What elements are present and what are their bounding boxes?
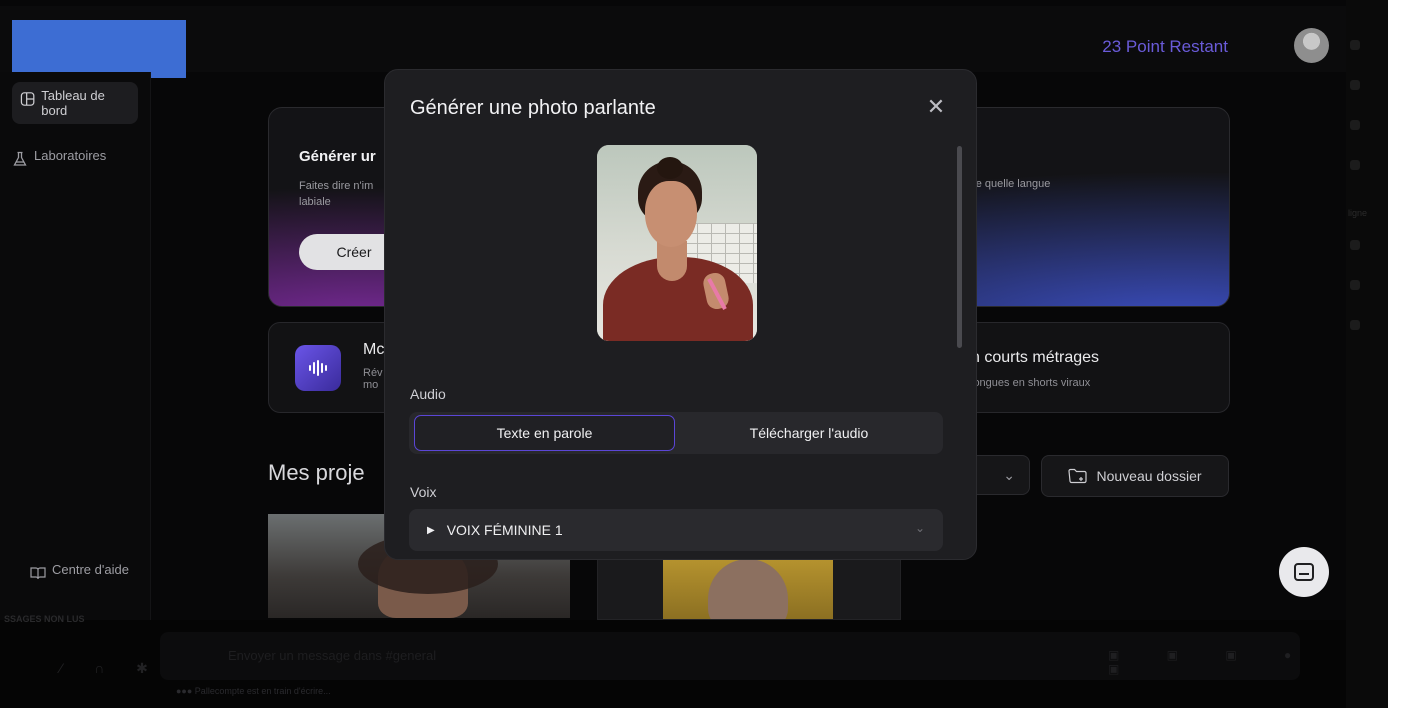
strip-icon <box>1350 320 1360 330</box>
tab-text-to-speech[interactable]: Texte en parole <box>414 415 675 451</box>
modal-scrollbar[interactable] <box>957 146 962 348</box>
card-description: Faites dire n'im labiale <box>299 180 374 208</box>
message-tools-icons: ▣ ▣ ▣ ● ▣ <box>1108 648 1314 676</box>
thumbnail-image <box>663 555 833 619</box>
logo-placeholder[interactable] <box>12 20 186 78</box>
close-icon[interactable]: ✕ <box>925 96 947 118</box>
message-input[interactable]: Envoyer un message dans #general <box>228 648 436 663</box>
avatar[interactable] <box>1294 28 1329 63</box>
bottom-overlay: SSAGES NON LUS Envoyer un message dans #… <box>0 614 1346 708</box>
tab-upload-audio[interactable]: Télécharger l'audio <box>679 415 939 451</box>
modal-title: Générer une photo parlante <box>410 97 656 119</box>
play-icon[interactable]: ▶ <box>427 525 435 536</box>
audio-label: Audio <box>410 386 446 402</box>
sidebar: Tableau de bord Laboratoires Centre d'ai… <box>0 72 151 620</box>
strip-icon <box>1350 120 1360 130</box>
strip-icon <box>1350 280 1360 290</box>
points-remaining: 23 Point Restant <box>1102 37 1228 56</box>
top-bar: 23 Point Restant <box>0 6 1346 78</box>
strip-text: ligne <box>1348 208 1368 218</box>
book-icon <box>30 567 46 580</box>
sidebar-item-label: Tableau de bord <box>41 88 105 118</box>
chat-icon <box>1294 563 1314 581</box>
strip-icon <box>1350 40 1360 50</box>
sidebar-item-label: Laboratoires <box>34 148 107 163</box>
waveform-icon <box>295 345 341 391</box>
voice-label: Voix <box>410 484 437 500</box>
flask-icon <box>13 151 27 166</box>
card-description: Rév mo <box>363 367 383 391</box>
folder-plus-icon <box>1068 468 1088 484</box>
strip-icon <box>1350 80 1360 90</box>
photo-face <box>645 181 697 247</box>
voice-value: VOIX FÉMININE 1 <box>446 522 563 538</box>
chevron-down-icon: ⌄ <box>914 521 925 535</box>
uploaded-photo <box>597 145 757 341</box>
chevron-down-icon: ⌄ <box>1003 466 1015 483</box>
voice-controls-icons: ⁄ ∩ ✱ <box>60 660 162 676</box>
talking-photo-modal: Générer une photo parlante ✕ Audio Texte… <box>384 69 977 560</box>
app-window: 23 Point Restant Tableau de bord Laborat… <box>0 0 1388 708</box>
audio-mode-toggle: Texte en parole Télécharger l'audio <box>409 412 943 454</box>
dashboard-icon <box>20 92 35 106</box>
photo-neck <box>657 241 687 281</box>
sidebar-item-help[interactable]: Centre d'aide <box>30 562 129 581</box>
card-title: Mc <box>363 341 385 358</box>
sidebar-item-dashboard[interactable]: Tableau de bord <box>12 82 138 124</box>
unread-label: SSAGES NON LUS <box>4 614 85 624</box>
side-window-strip: ligne <box>1346 0 1388 708</box>
card-title: Générer ur <box>299 148 376 165</box>
new-folder-button[interactable]: Nouveau dossier <box>1041 455 1229 497</box>
card-description-right: rte quelle langue <box>969 178 1051 190</box>
voice-select[interactable]: ▶ VOIX FÉMININE 1 ⌄ <box>409 509 943 551</box>
card-title: n courts métrages <box>971 349 1100 366</box>
chat-support-button[interactable] <box>1279 547 1329 597</box>
strip-icon <box>1350 160 1360 170</box>
typing-indicator: ●●● Pallecompte est en train d'écrire... <box>176 686 331 696</box>
thumbnail-face <box>708 559 788 619</box>
new-folder-label: Nouveau dossier <box>1096 468 1202 484</box>
sidebar-item-label: Centre d'aide <box>52 562 129 577</box>
projects-heading: Mes proje <box>268 460 365 485</box>
photo-hair-bun <box>657 157 683 179</box>
card-description: longues en shorts viraux <box>971 377 1091 389</box>
strip-icon <box>1350 240 1360 250</box>
sidebar-item-labs[interactable]: Laboratoires <box>12 148 106 167</box>
